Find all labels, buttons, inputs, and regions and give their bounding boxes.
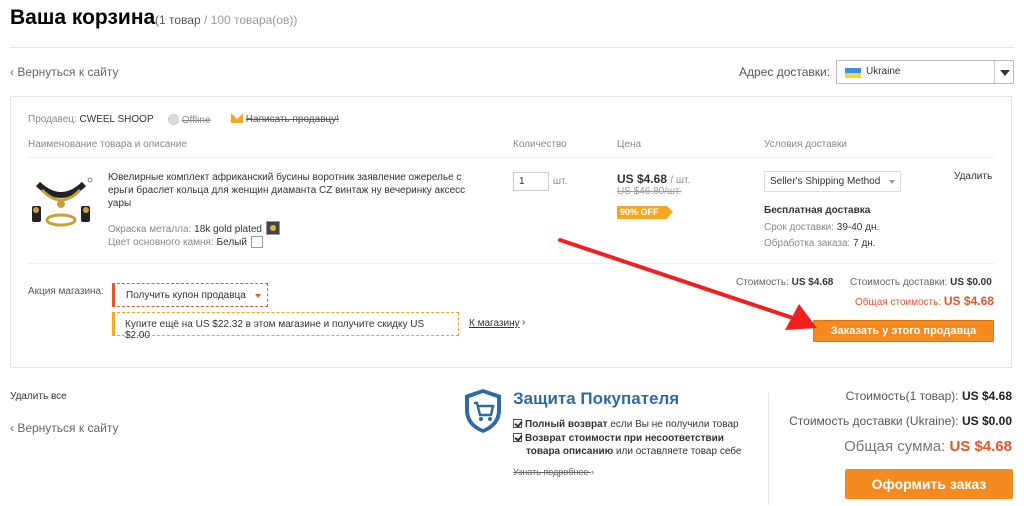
seller-label-text: Продавец: [28, 114, 77, 125]
coupon-label: Получить купон продавца [126, 290, 246, 301]
order-from-seller-button[interactable]: Заказать у этого продавца [813, 320, 994, 342]
delivery-time-value: 39-40 дн. [836, 222, 880, 233]
buyer-protection-shield-icon [465, 389, 501, 433]
attr-metal-label: Окраска металла: [108, 224, 192, 235]
seller-total: Общая стоимость: US $4.68 [855, 294, 994, 308]
product-thumbnail[interactable] [26, 176, 96, 228]
protection-mismatch-line2: товара описанию или оставляете товар себ… [526, 445, 741, 458]
buyer-protection-title: Защита Покупателя [513, 389, 680, 408]
chevron-down-icon [255, 294, 261, 298]
attr-stone-value: Белый [216, 237, 247, 248]
col-quantity: Количество [513, 139, 567, 150]
contact-seller-text[interactable]: Написать продавцу! [246, 114, 339, 125]
seller-total-label: Общая стоимость: [855, 297, 942, 308]
protection-full-refund-bold: Полный возврат [525, 419, 608, 430]
buy-more-banner: Купите ещё на US $22.32 в этом магазине … [112, 312, 459, 341]
ukraine-flag-icon [845, 68, 861, 78]
protection-mismatch-refund: Возврат стоимости при несоответствии [513, 432, 724, 445]
table-divider [28, 157, 994, 158]
contact-seller-link[interactable]: Написать продавцу! [231, 114, 339, 125]
col-product: Наименование товара и описание [28, 139, 187, 150]
go-to-store-link[interactable]: К магазину [469, 318, 520, 329]
page-title: Ваша корзина [10, 6, 156, 29]
checkmark-icon [513, 419, 522, 428]
total-shipping-label: Стоимость доставки (Ukraine): [789, 414, 959, 428]
discount-badge: 90% OFF [617, 206, 673, 219]
country-name: Ukraine [866, 66, 901, 77]
protection-mismatch-bold-2: товара описанию [526, 446, 614, 457]
price-value: US $4.68 [617, 172, 668, 186]
attr-metal-value: 18k gold plated [194, 224, 262, 235]
protection-mismatch-text: или оставляете товар себе [613, 446, 742, 457]
shipping-method-value: Seller's Shipping Method [770, 176, 881, 187]
total-cost: Стоимость(1 товар): US $4.68 [846, 389, 1012, 403]
summary-divider [768, 393, 769, 505]
cart-total-count: 100 товара(ов)) [210, 13, 298, 27]
protection-mismatch-bold: Возврат стоимости при несоответствии [525, 433, 724, 444]
total-cost-label: Стоимость(1 товар): [845, 389, 959, 403]
stone-swatch [250, 236, 263, 248]
cart-count: (1 товар / 100 товара(ов)) [155, 13, 297, 27]
price-unit: / шт. [670, 175, 691, 186]
quantity-input[interactable]: 1 [513, 172, 549, 191]
learn-more-text[interactable]: Узнать подробнее [513, 467, 589, 477]
count-separator: / [200, 13, 211, 27]
protection-full-refund: Полный возврат если Вы не получили товар [513, 418, 739, 431]
back-to-site-link-bottom[interactable]: ‹ Вернуться к сайту [10, 421, 118, 435]
grand-total-value: US $4.68 [949, 438, 1012, 455]
product-title-link[interactable]: Ювелирные комплект африканский бусины во… [108, 171, 468, 210]
seller-shipping-value: US $0.00 [950, 277, 992, 288]
attr-stone-label: Цвет основного камня: [108, 237, 214, 248]
header-divider [10, 47, 1014, 48]
seller-status: Offline [168, 114, 211, 126]
cart-item-count: (1 товар [155, 13, 201, 27]
col-delivery: Условия доставки [764, 139, 847, 150]
learn-more-link[interactable]: Узнать подробнее › [513, 467, 594, 477]
chevron-right-icon: › [591, 467, 595, 477]
shipping-address-label: Адрес доставки: [739, 65, 831, 79]
protection-full-refund-text: если Вы не получили товар [607, 419, 739, 430]
chevron-down-icon[interactable] [994, 61, 1013, 83]
total-cost-value: US $4.68 [961, 389, 1012, 403]
mail-icon [231, 114, 243, 123]
total-shipping-value: US $0.00 [961, 414, 1012, 428]
store-promo-label: Акция магазина: [28, 286, 104, 297]
attr-metal: Окраска металла: 18k gold plated [108, 221, 280, 235]
grand-total-label: Общая сумма: [844, 438, 946, 455]
chevron-right-icon: › [522, 317, 526, 328]
grand-total: Общая сумма: US $4.68 [844, 438, 1012, 455]
delete-all-link[interactable]: Удалить все [10, 391, 67, 402]
shipping-method-select[interactable]: Seller's Shipping Method [764, 171, 901, 192]
back-to-site-link[interactable]: ‹ Вернуться к сайту [10, 65, 118, 79]
country-select[interactable]: Ukraine [836, 60, 1014, 84]
annotation-arrow-icon [558, 238, 817, 330]
remove-item-link[interactable]: Удалить [954, 171, 992, 182]
attr-stone: Цвет основного камня: Белый [108, 236, 263, 248]
seller-total-value: US $4.68 [943, 294, 994, 308]
offline-text: Offline [181, 115, 211, 126]
get-coupon-dropdown[interactable]: Получить купон продавца [112, 283, 268, 307]
total-shipping: Стоимость доставки (Ukraine): US $0.00 [789, 414, 1012, 428]
free-shipping-label: Бесплатная доставка [764, 205, 871, 216]
checkout-button[interactable]: Оформить заказ [845, 469, 1013, 499]
unit-price: US $4.68 / шт. [617, 172, 690, 186]
offline-status-icon [168, 114, 179, 125]
seller-name: CWEEL SHOOP [79, 114, 154, 125]
col-price: Цена [617, 139, 642, 150]
seller-label: Продавец: CWEEL SHOOP [28, 114, 154, 125]
processing-time-value: 7 дн. [853, 238, 876, 249]
seller-shipping-cost: Стоимость доставки: US $0.00 [850, 277, 992, 288]
chevron-down-icon [889, 180, 895, 184]
seller-shipping-label: Стоимость доставки: [850, 277, 948, 288]
checkmark-icon [513, 433, 522, 442]
promo-divider [28, 263, 994, 264]
old-price: US $46.80/шт. [617, 186, 682, 197]
metal-swatch [265, 221, 280, 235]
quantity-unit: шт. [553, 176, 568, 187]
